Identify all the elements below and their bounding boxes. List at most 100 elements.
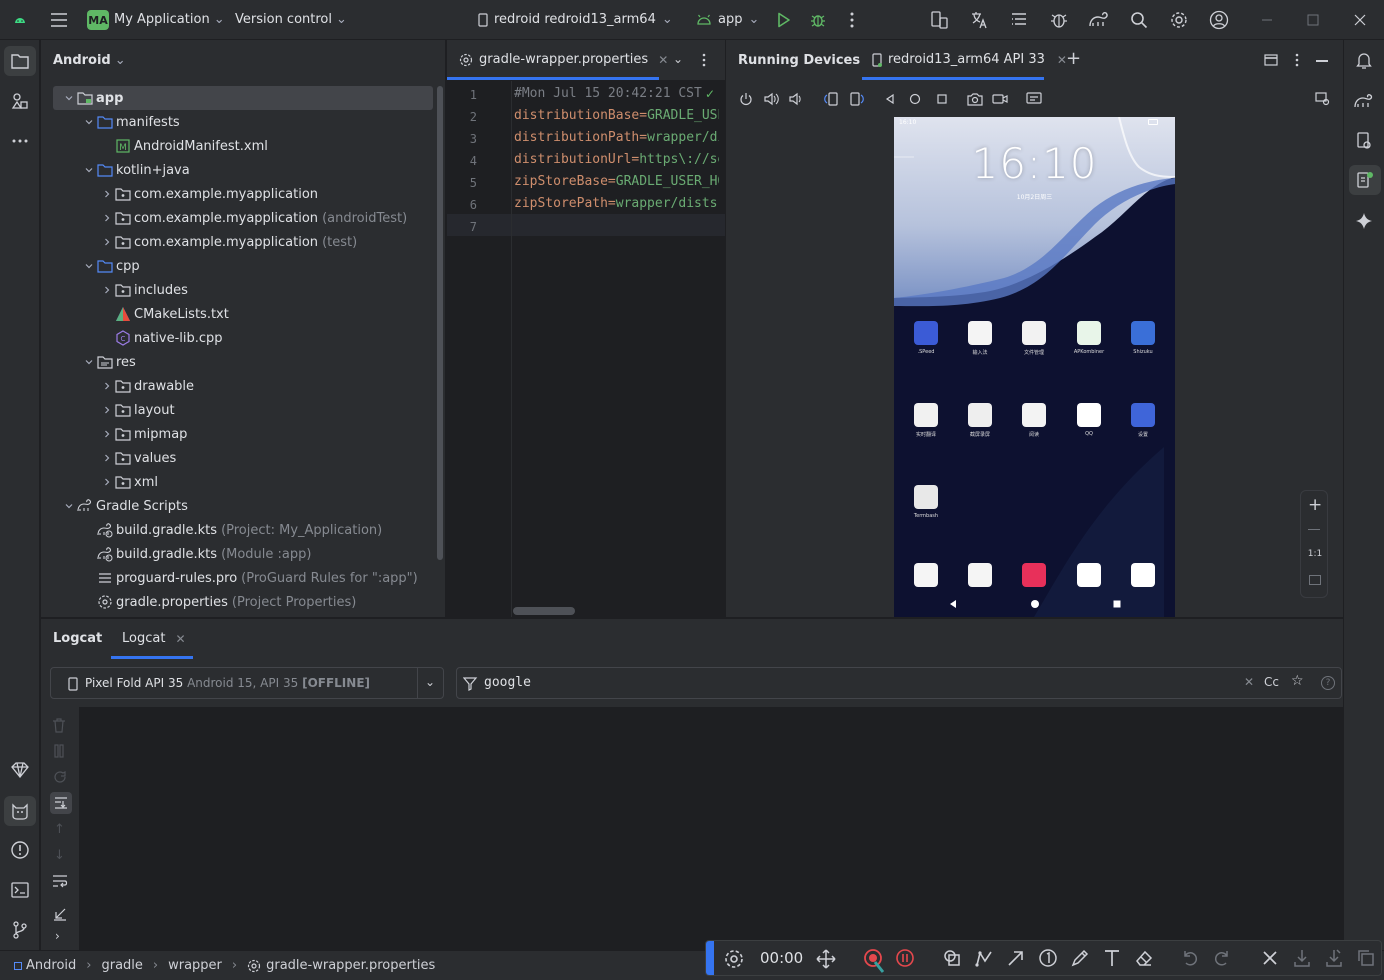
screenshot-icon[interactable] [967, 92, 983, 106]
zoom-in-icon[interactable]: + [1308, 495, 1322, 515]
tab-list-chevron-icon[interactable]: ⌄ [673, 52, 683, 66]
breadcrumb-item[interactable]: wrapper [168, 958, 222, 973]
logcat-filter-field[interactable]: google ✕ Cc ☆ [456, 667, 1342, 699]
match-case-toggle[interactable]: Cc [1264, 675, 1279, 689]
polyline-icon[interactable] [974, 948, 994, 968]
logcat-tab[interactable]: Logcat ✕ [122, 631, 186, 646]
app-icon[interactable] [914, 321, 938, 345]
chevron-right-icon[interactable] [99, 426, 115, 442]
app-icon[interactable] [1022, 321, 1046, 345]
pause-recording-icon[interactable] [895, 948, 915, 968]
arrow-tool-icon[interactable] [1006, 948, 1026, 968]
breadcrumb-item[interactable]: Android [26, 958, 76, 973]
main-menu-icon[interactable] [47, 8, 71, 32]
tree-item[interactable]: CMakeLists.txt [99, 302, 233, 326]
pen-icon[interactable] [1070, 948, 1090, 968]
bug-settings-icon[interactable] [1047, 8, 1071, 32]
save-download-icon[interactable] [1292, 948, 1312, 968]
nav-home-icon[interactable] [1030, 599, 1040, 609]
app-icon[interactable] [1077, 321, 1101, 345]
editor-horizontal-scrollbar[interactable] [513, 607, 575, 615]
zoom-fit-icon[interactable] [1309, 575, 1321, 585]
tree-item[interactable]: Gradle Scripts [61, 494, 192, 518]
tree-item[interactable]: com.example.myapplication (test) [99, 230, 357, 254]
chevron-down-icon[interactable] [81, 354, 97, 370]
drag-handle[interactable] [706, 941, 714, 975]
power-icon[interactable] [739, 92, 753, 106]
device-selector[interactable]: redroid redroid13_arm64 ⌄ [478, 12, 673, 27]
app-icon[interactable] [1131, 403, 1155, 427]
collapse-icon[interactable] [53, 907, 67, 921]
layout-icon[interactable] [1264, 54, 1278, 66]
breadcrumb-item[interactable]: gradle [101, 958, 142, 973]
dock-app-icon[interactable] [1131, 563, 1155, 587]
clear-logcat-icon[interactable] [52, 717, 68, 733]
chevron-down-icon[interactable] [61, 90, 77, 106]
dock-app-icon[interactable] [914, 563, 938, 587]
tree-item[interactable]: com.example.myapplication [99, 182, 322, 206]
run-icon[interactable] [772, 8, 796, 32]
zoom-actual-size[interactable]: 1:1 [1301, 549, 1329, 559]
scroll-to-end-icon[interactable] [50, 792, 72, 814]
problems-icon[interactable] [8, 838, 32, 862]
hide-panel-icon[interactable] [1316, 60, 1328, 62]
resource-manager-icon[interactable] [8, 89, 32, 113]
notifications-bell-icon[interactable] [1352, 48, 1376, 72]
gemini-diamond-icon[interactable] [8, 758, 32, 782]
zoom-out-icon[interactable] [1308, 529, 1320, 530]
gemini-sparkle-icon[interactable] [1352, 209, 1376, 233]
chevron-down-icon[interactable] [61, 498, 77, 514]
home-icon[interactable] [909, 93, 921, 105]
chevron-right-icon[interactable] [99, 234, 115, 250]
close-tab-icon[interactable]: ✕ [175, 632, 185, 646]
panel-more-icon[interactable] [1295, 53, 1299, 67]
account-icon[interactable] [1207, 8, 1231, 32]
editor-more-icon[interactable] [702, 53, 706, 67]
app-icon[interactable] [1077, 403, 1101, 427]
number-marker-icon[interactable] [1038, 948, 1058, 968]
volume-down-icon[interactable] [789, 92, 803, 106]
favorite-star-icon[interactable]: ☆ [1291, 673, 1304, 689]
app-icon[interactable] [968, 321, 992, 345]
chevron-right-icon[interactable] [99, 186, 115, 202]
device-tab[interactable]: redroid13_arm64 API 33 ✕ [872, 52, 1067, 67]
running-devices-tool-icon[interactable] [1349, 165, 1381, 195]
tree-item[interactable]: xml [99, 470, 162, 494]
settings-gear-icon[interactable] [1167, 8, 1191, 32]
close-recorder-icon[interactable] [1260, 948, 1280, 968]
restart-icon[interactable] [53, 770, 67, 784]
tree-item[interactable]: build.gradle.kts (Module :app) [81, 542, 311, 566]
tree-item[interactable]: values [99, 446, 180, 470]
gradle-icon[interactable] [1087, 8, 1111, 32]
device-dropdown[interactable]: Pixel Fold API 35 Android 15, API 35 [OF… [50, 667, 444, 699]
redo-icon[interactable] [1212, 948, 1232, 968]
eraser-icon[interactable] [1134, 948, 1154, 968]
chevron-down-icon[interactable] [81, 162, 97, 178]
tree-item[interactable]: cpp [81, 254, 144, 278]
project-view-selector[interactable]: Android ⌄ [53, 53, 126, 68]
app-icon[interactable] [914, 485, 938, 509]
copy-icon[interactable] [1356, 948, 1376, 968]
tree-item[interactable]: app [61, 86, 127, 110]
chevron-right-icon[interactable] [99, 474, 115, 490]
project-badge[interactable]: MA [87, 10, 109, 30]
settings-gear-icon[interactable] [724, 949, 744, 969]
nav-recents-icon[interactable] [1112, 599, 1122, 609]
minimize-window-icon[interactable] [1255, 8, 1279, 32]
app-icon[interactable] [968, 403, 992, 427]
run-config-selector[interactable]: app ⌄ [696, 12, 759, 27]
chevron-right-icon[interactable] [99, 402, 115, 418]
chevron-down-icon[interactable] [81, 114, 97, 130]
dock-app-icon[interactable] [1022, 563, 1046, 587]
tree-item[interactable]: drawable [99, 374, 198, 398]
tree-item[interactable]: Cnative-lib.cpp [99, 326, 227, 350]
gradle-tool-icon[interactable] [1352, 89, 1376, 113]
tree-item[interactable]: manifests [81, 110, 184, 134]
volume-up-icon[interactable] [764, 92, 780, 106]
close-window-icon[interactable] [1348, 8, 1372, 32]
pause-icon[interactable] [53, 744, 65, 758]
device-manager-icon[interactable] [927, 8, 951, 32]
tree-item[interactable]: kotlin+java [81, 158, 194, 182]
back-icon[interactable] [885, 93, 895, 105]
move-icon[interactable] [815, 948, 837, 970]
